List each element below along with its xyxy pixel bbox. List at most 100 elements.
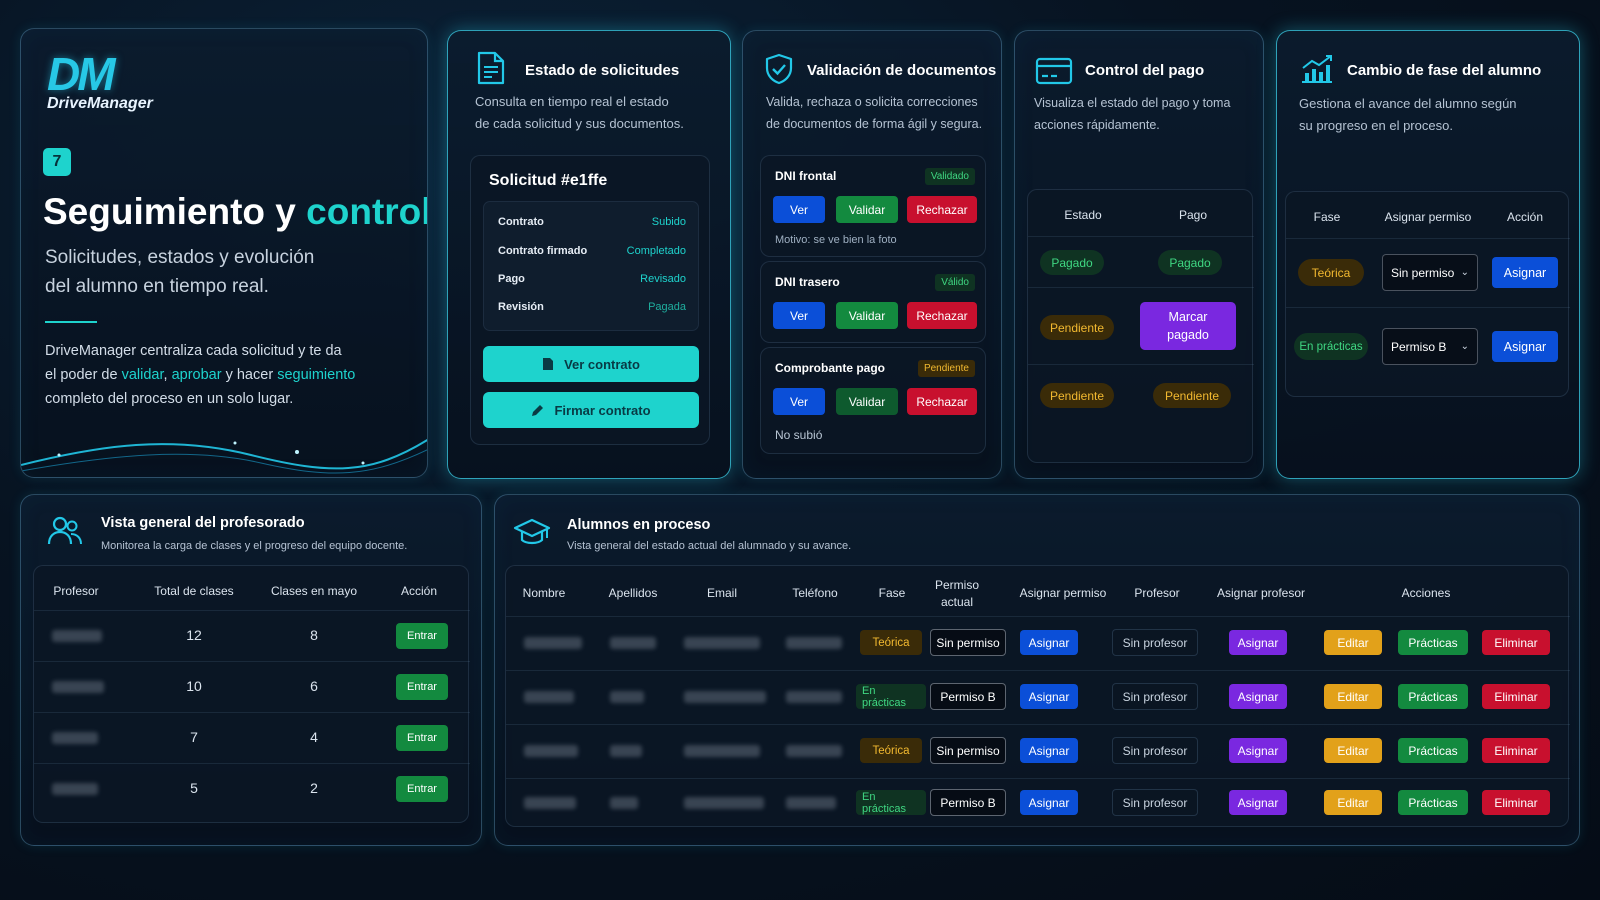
file-icon xyxy=(543,358,554,370)
assign-permit-button[interactable]: Asignar xyxy=(1020,684,1078,709)
teachers-card: Vista general del profesorado Monitorea … xyxy=(20,494,482,846)
col-header-phase: Fase xyxy=(1313,210,1341,224)
card-subtitle: Vista general del estado actual del alum… xyxy=(567,540,852,552)
doc-status-badge: Pendiente xyxy=(917,360,975,377)
doc-name: Comprobante pago xyxy=(775,361,885,375)
hero-title-main: Seguimiento y xyxy=(43,191,296,232)
hero-body-line-2: el poder de validar, aprobar y hacer seg… xyxy=(45,363,355,387)
validation-card: Validación de documentos Valida, rechaza… xyxy=(742,30,1002,479)
teacher-name-redacted xyxy=(52,630,102,642)
status-value: Completado xyxy=(626,245,686,257)
status-row: Pago Revisado xyxy=(498,273,686,285)
enter-teacher-button[interactable]: Entrar xyxy=(396,776,448,802)
assign-teacher-button[interactable]: Asignar xyxy=(1229,684,1287,709)
reject-doc-button[interactable]: Rechazar xyxy=(907,302,977,329)
hero-link-validar[interactable]: validar xyxy=(122,367,164,383)
col-header-name: Nombre xyxy=(522,586,566,600)
request-id: Solicitud #e1ffe xyxy=(489,172,608,189)
edit-student-button[interactable]: Editar xyxy=(1324,684,1382,709)
validate-doc-button[interactable]: Validar xyxy=(836,302,898,329)
edit-student-button[interactable]: Editar xyxy=(1324,790,1382,815)
graduation-cap-icon xyxy=(513,518,551,545)
student-row: Teórica Sin permiso Asignar Sin profesor… xyxy=(506,616,1570,670)
col-header-phone: Teléfono xyxy=(792,586,838,600)
permit-select[interactable]: Sin permiso ⌄ xyxy=(1382,254,1478,291)
document-icon xyxy=(477,51,505,85)
col-header-surname: Apellidos xyxy=(608,586,658,600)
student-phase-badge: Teórica xyxy=(860,630,922,655)
hero-subtitle-line-1: Solicitudes, estados y evolución xyxy=(45,247,315,268)
student-phone-redacted xyxy=(786,637,842,649)
edit-student-button[interactable]: Editar xyxy=(1324,738,1382,763)
card-subtitle: Visualiza el estado del pago y toma acci… xyxy=(1034,92,1230,136)
payment-status-badge: Pendiente xyxy=(1153,383,1231,408)
delete-student-button[interactable]: Eliminar xyxy=(1482,630,1550,655)
enter-teacher-button[interactable]: Entrar xyxy=(396,725,448,751)
delete-student-button[interactable]: Eliminar xyxy=(1482,790,1550,815)
wave-decoration xyxy=(21,439,427,474)
assign-teacher-button[interactable]: Asignar xyxy=(1229,790,1287,815)
edit-student-button[interactable]: Editar xyxy=(1324,630,1382,655)
view-doc-button[interactable]: Ver xyxy=(773,196,825,223)
assign-teacher-button[interactable]: Asignar xyxy=(1229,738,1287,763)
col-header-assign-permit: Asignar permiso xyxy=(1019,586,1107,600)
request-status-list: Contrato Subido Contrato firmado Complet… xyxy=(483,201,699,331)
assign-permit-button[interactable]: Asignar xyxy=(1020,630,1078,655)
validate-doc-button[interactable]: Validar xyxy=(836,196,898,223)
status-row: Contrato firmado Completado xyxy=(498,245,686,257)
doc-note: No subió xyxy=(775,428,823,442)
reject-doc-button[interactable]: Rechazar xyxy=(907,388,977,415)
col-header-actions: Acciones xyxy=(1401,586,1451,600)
teachers-table: Profesor Total de clases Clases en mayo … xyxy=(33,565,470,823)
student-email-redacted xyxy=(684,797,764,809)
practice-student-button[interactable]: Prácticas xyxy=(1398,738,1468,763)
teacher-name-redacted xyxy=(52,783,98,795)
col-header-current-permit-line: Permiso xyxy=(934,578,979,592)
student-name-redacted xyxy=(524,637,582,649)
hero-link-seguimiento[interactable]: seguimiento xyxy=(277,367,355,383)
student-phone-redacted xyxy=(786,745,842,757)
teacher-total-classes: 10 xyxy=(186,678,202,694)
students-card: Alumnos en proceso Vista general del est… xyxy=(494,494,1580,846)
practice-student-button[interactable]: Prácticas xyxy=(1398,790,1468,815)
doc-status-badge: Validado xyxy=(924,168,975,185)
assign-phase-button[interactable]: Asignar xyxy=(1492,257,1558,288)
assign-teacher-button[interactable]: Asignar xyxy=(1229,630,1287,655)
hero-body: DriveManager centraliza cada solicitud y… xyxy=(45,339,355,411)
hero-link-aprobar[interactable]: aprobar xyxy=(172,367,222,383)
student-row: En prácticas Permiso B Asignar Sin profe… xyxy=(506,670,1570,724)
permit-select[interactable]: Permiso B ⌄ xyxy=(1382,328,1478,365)
view-contract-button[interactable]: Ver contrato xyxy=(483,346,699,382)
assign-phase-button[interactable]: Asignar xyxy=(1492,331,1558,362)
student-surname-redacted xyxy=(610,745,642,757)
pencil-icon xyxy=(532,404,544,416)
hero-body-text: el poder de xyxy=(45,367,118,383)
student-row: Teórica Sin permiso Asignar Sin profesor… xyxy=(506,724,1570,778)
practice-student-button[interactable]: Prácticas xyxy=(1398,684,1468,709)
student-name-redacted xyxy=(524,691,574,703)
growth-chart-icon xyxy=(1302,55,1332,83)
status-value: Pagada xyxy=(648,301,686,313)
assign-permit-button[interactable]: Asignar xyxy=(1020,790,1078,815)
delete-student-button[interactable]: Eliminar xyxy=(1482,684,1550,709)
student-email-redacted xyxy=(684,691,766,703)
validate-doc-button[interactable]: Validar xyxy=(836,388,898,415)
student-teacher-box: Sin profesor xyxy=(1112,683,1198,710)
view-doc-button[interactable]: Ver xyxy=(773,302,825,329)
enter-teacher-button[interactable]: Entrar xyxy=(396,674,448,700)
card-subtitle-line: de cada solicitud y sus documentos. xyxy=(475,116,684,131)
teacher-may-classes: 2 xyxy=(310,780,318,796)
status-label: Contrato xyxy=(498,216,544,228)
sign-contract-button[interactable]: Firmar contrato xyxy=(483,392,699,428)
col-header-total: Total de clases xyxy=(154,584,234,598)
hero-card: DM DriveManager 7 Seguimiento y control … xyxy=(20,28,428,478)
col-header-email: Email xyxy=(706,586,737,600)
view-doc-button[interactable]: Ver xyxy=(773,388,825,415)
mark-paid-button[interactable]: Marcar pagado xyxy=(1140,302,1236,350)
delete-student-button[interactable]: Eliminar xyxy=(1482,738,1550,763)
enter-teacher-button[interactable]: Entrar xyxy=(396,623,448,649)
practice-student-button[interactable]: Prácticas xyxy=(1398,630,1468,655)
logo: DM DriveManager xyxy=(47,51,153,113)
assign-permit-button[interactable]: Asignar xyxy=(1020,738,1078,763)
reject-doc-button[interactable]: Rechazar xyxy=(907,196,977,223)
